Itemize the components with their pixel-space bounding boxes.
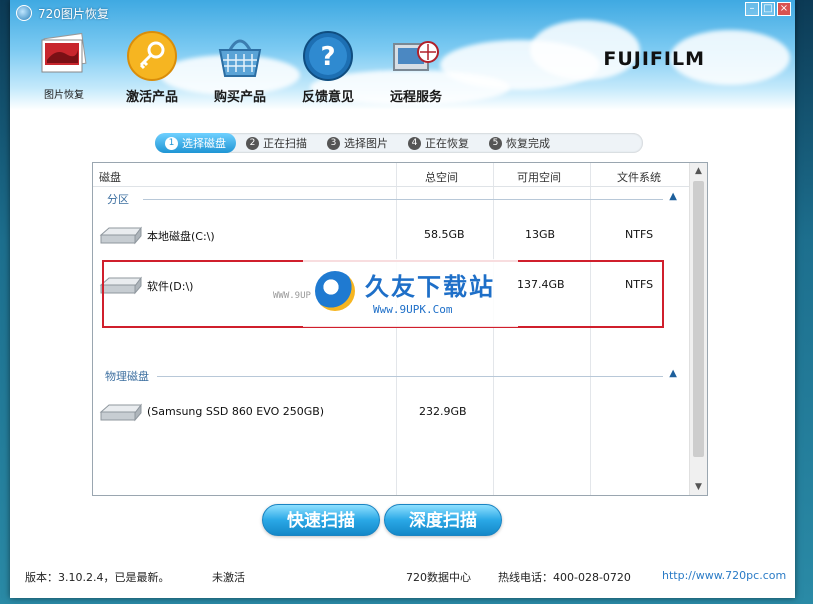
collapse-icon[interactable]: ▲ [669, 368, 677, 379]
app-window: 720图片恢复 – □ × 图片恢复 激活产品 购买产品 ? 反馈意见 远程服务… [10, 0, 795, 598]
scroll-thumb[interactable] [693, 181, 704, 457]
toolbar-activate[interactable]: 激活产品 [112, 30, 192, 105]
hotline-text: 热线电话：400-028-0720 [498, 571, 631, 584]
scroll-down-icon[interactable]: ▼ [690, 479, 707, 495]
disk-list[interactable]: 磁盘 总空间 可用空间 文件系统 分区 ▲ 本地磁盘(C:\) 58.5GB 1… [92, 162, 708, 496]
toolbar-label: 购买产品 [213, 90, 266, 105]
scroll-up-icon[interactable]: ▲ [690, 163, 707, 179]
svg-text:?: ? [320, 42, 335, 72]
watermark-side-text: WWW.9UP [273, 291, 311, 301]
disk-total: 232.9GB [419, 405, 467, 418]
partition-row-c[interactable]: 本地磁盘(C:\) 58.5GB 13GB NTFS [93, 220, 689, 250]
step-recovering: 4 正在恢复 [398, 133, 479, 153]
brand-logo: FUJIFILM [603, 48, 705, 70]
window-title: 720图片恢复 [38, 6, 109, 21]
deep-scan-button[interactable]: 深度扫描 [384, 504, 502, 536]
toolbar-remote[interactable]: 远程服务 [376, 30, 456, 105]
watermark-title: 久友下载站 [365, 273, 495, 301]
remote-service-icon [390, 30, 442, 82]
group-physical[interactable]: 物理磁盘 ▲ [93, 368, 689, 384]
collapse-icon[interactable]: ▲ [669, 191, 677, 202]
header-free: 可用空间 [517, 171, 561, 184]
header-total: 总空间 [425, 171, 458, 184]
maximize-button[interactable]: □ [761, 2, 775, 16]
main-toolbar: 图片恢复 激活产品 购买产品 ? 反馈意见 远程服务 [24, 30, 456, 105]
toolbar-buy[interactable]: 购买产品 [200, 30, 280, 105]
disk-free: 13GB [525, 228, 556, 241]
toolbar-label: 图片恢复 [44, 90, 84, 101]
disk-name: (Samsung SSD 860 EVO 250GB) [147, 405, 325, 418]
basket-icon [214, 30, 266, 82]
disk-filesystem: NTFS [625, 228, 654, 241]
table-header: 磁盘 总空间 可用空间 文件系统 [93, 163, 689, 187]
toolbar-photo-recovery[interactable]: 图片恢复 [24, 30, 104, 105]
version-text: 版本：3.10.2.4，已是最新。 [25, 571, 170, 584]
vertical-scrollbar[interactable]: ▲ ▼ [689, 163, 707, 495]
disk-total: 58.5GB [424, 228, 465, 241]
hard-disk-icon [99, 226, 142, 245]
step-select-disk: 1 选择磁盘 [155, 133, 236, 153]
data-center-link[interactable]: 720数据中心 [406, 569, 471, 585]
disk-name: 本地磁盘(C:\) [147, 230, 215, 243]
title-bar: 720图片恢复 – □ × [10, 0, 795, 26]
app-icon [16, 5, 32, 21]
step-select-photos: 3 选择图片 [317, 133, 398, 153]
physical-row-ssd[interactable]: (Samsung SSD 860 EVO 250GB) 232.9GB [93, 397, 689, 427]
minimize-button[interactable]: – [745, 2, 759, 16]
step-scanning: 2 正在扫描 [236, 133, 317, 153]
photo-icon [38, 30, 90, 82]
watermark: WWW.9UP 久友下载站 Www.9UPK.Com [273, 259, 518, 327]
website-link[interactable]: http://www.720pc.com [662, 569, 786, 582]
close-button[interactable]: × [777, 2, 791, 16]
toolbar-feedback[interactable]: ? 反馈意见 [288, 30, 368, 105]
watermark-url: Www.9UPK.Com [373, 303, 453, 316]
header-filesystem: 文件系统 [617, 171, 661, 184]
toolbar-label: 激活产品 [125, 90, 178, 105]
header-disk: 磁盘 [99, 171, 121, 184]
step-complete: 5 恢复完成 [479, 133, 560, 153]
watermark-logo-icon [315, 271, 355, 311]
step-indicator: 1 选择磁盘 2 正在扫描 3 选择图片 4 正在恢复 5 恢复完成 [155, 133, 643, 153]
group-partition[interactable]: 分区 ▲ [93, 191, 689, 207]
hard-disk-icon [99, 403, 142, 422]
key-icon [126, 30, 178, 82]
status-bar: 版本：3.10.2.4，已是最新。 未激活 720数据中心 热线电话：400-0… [10, 566, 795, 586]
activation-status: 未激活 [212, 571, 245, 584]
help-icon: ? [302, 30, 354, 82]
quick-scan-button[interactable]: 快速扫描 [262, 504, 380, 536]
toolbar-label: 反馈意见 [301, 90, 354, 105]
toolbar-label: 远程服务 [389, 90, 442, 105]
